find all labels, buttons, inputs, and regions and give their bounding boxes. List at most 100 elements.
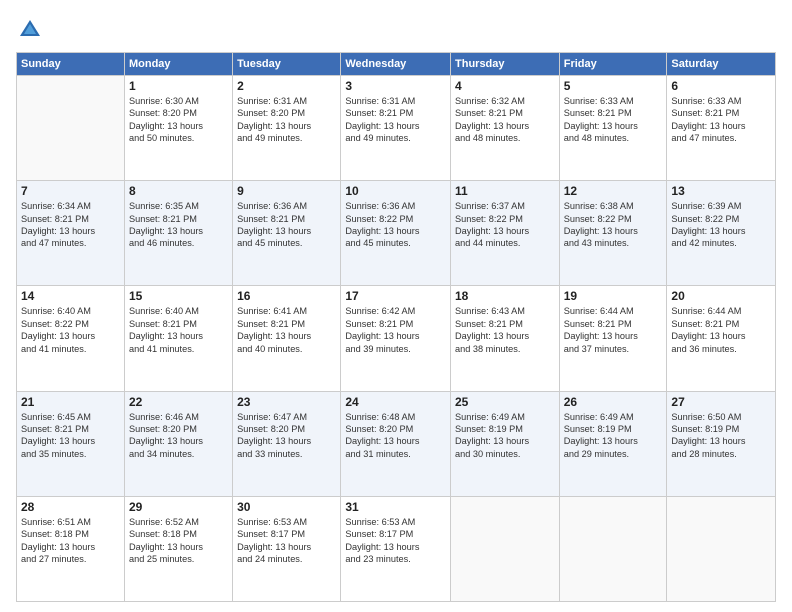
calendar-cell [559,496,667,601]
calendar-cell: 20 Sunrise: 6:44 AM Sunset: 8:21 PM Dayli… [667,286,776,391]
day-number: 28 [21,500,120,514]
day-number: 9 [237,184,336,198]
day-number: 1 [129,79,228,93]
calendar-cell: 23 Sunrise: 6:47 AM Sunset: 8:20 PM Dayli… [233,391,341,496]
day-number: 13 [671,184,771,198]
logo-icon [16,16,44,44]
day-info: Sunrise: 6:36 AM Sunset: 8:22 PM Dayligh… [345,200,446,250]
day-number: 4 [455,79,555,93]
day-info: Sunrise: 6:38 AM Sunset: 8:22 PM Dayligh… [564,200,663,250]
day-number: 12 [564,184,663,198]
day-number: 21 [21,395,120,409]
day-info: Sunrise: 6:45 AM Sunset: 8:21 PM Dayligh… [21,411,120,461]
day-number: 10 [345,184,446,198]
day-info: Sunrise: 6:51 AM Sunset: 8:18 PM Dayligh… [21,516,120,566]
calendar-cell: 18 Sunrise: 6:43 AM Sunset: 8:21 PM Dayli… [451,286,560,391]
calendar-week-row: 7Sunrise: 6:34 AM Sunset: 8:21 PM Daylig… [17,181,776,286]
header [16,16,776,44]
calendar-cell: 16 Sunrise: 6:41 AM Sunset: 8:21 PM Dayli… [233,286,341,391]
calendar-week-row: 1 Sunrise: 6:30 AM Sunset: 8:20 PM Daylig… [17,76,776,181]
weekday-header-thursday: Thursday [451,53,560,76]
weekday-header-friday: Friday [559,53,667,76]
calendar-cell [17,76,125,181]
day-info: Sunrise: 6:53 AM Sunset: 8:17 PM Dayligh… [237,516,336,566]
calendar-cell: 21 Sunrise: 6:45 AM Sunset: 8:21 PM Dayli… [17,391,125,496]
day-info: Sunrise: 6:31 AM Sunset: 8:21 PM Dayligh… [345,95,446,145]
calendar-cell: 2 Sunrise: 6:31 AM Sunset: 8:20 PM Daylig… [233,76,341,181]
day-number: 18 [455,289,555,303]
weekday-header-wednesday: Wednesday [341,53,451,76]
weekday-header-row: SundayMondayTuesdayWednesdayThursdayFrid… [17,53,776,76]
weekday-header-monday: Monday [124,53,232,76]
day-info: Sunrise: 6:40 AM Sunset: 8:21 PM Dayligh… [129,305,228,355]
calendar-cell: 8 Sunrise: 6:35 AM Sunset: 8:21 PM Daylig… [124,181,232,286]
calendar-week-row: 14Sunrise: 6:40 AM Sunset: 8:22 PM Dayli… [17,286,776,391]
day-number: 2 [237,79,336,93]
day-info: Sunrise: 6:30 AM Sunset: 8:20 PM Dayligh… [129,95,228,145]
weekday-header-saturday: Saturday [667,53,776,76]
calendar-cell: 25 Sunrise: 6:49 AM Sunset: 8:19 PM Dayli… [451,391,560,496]
calendar-cell: 19 Sunrise: 6:44 AM Sunset: 8:21 PM Dayli… [559,286,667,391]
day-number: 8 [129,184,228,198]
day-number: 19 [564,289,663,303]
day-info: Sunrise: 6:41 AM Sunset: 8:21 PM Dayligh… [237,305,336,355]
calendar-cell: 27 Sunrise: 6:50 AM Sunset: 8:19 PM Dayli… [667,391,776,496]
calendar-cell: 10 Sunrise: 6:36 AM Sunset: 8:22 PM Dayli… [341,181,451,286]
calendar-cell: 17 Sunrise: 6:42 AM Sunset: 8:21 PM Dayli… [341,286,451,391]
calendar-cell: 30 Sunrise: 6:53 AM Sunset: 8:17 PM Dayli… [233,496,341,601]
day-number: 23 [237,395,336,409]
day-number: 22 [129,395,228,409]
day-info: Sunrise: 6:44 AM Sunset: 8:21 PM Dayligh… [671,305,771,355]
calendar-cell: 15Sunrise: 6:40 AM Sunset: 8:21 PM Dayli… [124,286,232,391]
day-info: Sunrise: 6:34 AM Sunset: 8:21 PM Dayligh… [21,200,120,250]
day-number: 29 [129,500,228,514]
calendar-cell: 22 Sunrise: 6:46 AM Sunset: 8:20 PM Dayli… [124,391,232,496]
calendar-week-row: 21 Sunrise: 6:45 AM Sunset: 8:21 PM Dayli… [17,391,776,496]
day-number: 30 [237,500,336,514]
calendar-cell: 29 Sunrise: 6:52 AM Sunset: 8:18 PM Dayli… [124,496,232,601]
day-info: Sunrise: 6:49 AM Sunset: 8:19 PM Dayligh… [564,411,663,461]
day-number: 5 [564,79,663,93]
day-info: Sunrise: 6:53 AM Sunset: 8:17 PM Dayligh… [345,516,446,566]
weekday-header-tuesday: Tuesday [233,53,341,76]
day-number: 16 [237,289,336,303]
day-number: 17 [345,289,446,303]
day-number: 3 [345,79,446,93]
calendar-cell [451,496,560,601]
day-info: Sunrise: 6:33 AM Sunset: 8:21 PM Dayligh… [671,95,771,145]
day-number: 20 [671,289,771,303]
day-info: Sunrise: 6:48 AM Sunset: 8:20 PM Dayligh… [345,411,446,461]
calendar-cell: 24 Sunrise: 6:48 AM Sunset: 8:20 PM Dayli… [341,391,451,496]
day-info: Sunrise: 6:42 AM Sunset: 8:21 PM Dayligh… [345,305,446,355]
day-info: Sunrise: 6:44 AM Sunset: 8:21 PM Dayligh… [564,305,663,355]
day-info: Sunrise: 6:36 AM Sunset: 8:21 PM Dayligh… [237,200,336,250]
day-number: 6 [671,79,771,93]
calendar-cell: 3 Sunrise: 6:31 AM Sunset: 8:21 PM Daylig… [341,76,451,181]
logo [16,16,48,44]
day-info: Sunrise: 6:52 AM Sunset: 8:18 PM Dayligh… [129,516,228,566]
page: SundayMondayTuesdayWednesdayThursdayFrid… [0,0,792,612]
calendar-cell [667,496,776,601]
calendar-cell: 5 Sunrise: 6:33 AM Sunset: 8:21 PM Daylig… [559,76,667,181]
calendar-cell: 13Sunrise: 6:39 AM Sunset: 8:22 PM Dayli… [667,181,776,286]
day-number: 11 [455,184,555,198]
day-info: Sunrise: 6:31 AM Sunset: 8:20 PM Dayligh… [237,95,336,145]
calendar-cell: 9 Sunrise: 6:36 AM Sunset: 8:21 PM Daylig… [233,181,341,286]
calendar-cell: 1 Sunrise: 6:30 AM Sunset: 8:20 PM Daylig… [124,76,232,181]
calendar-cell: 26Sunrise: 6:49 AM Sunset: 8:19 PM Dayli… [559,391,667,496]
day-info: Sunrise: 6:49 AM Sunset: 8:19 PM Dayligh… [455,411,555,461]
calendar-cell: 11Sunrise: 6:37 AM Sunset: 8:22 PM Dayli… [451,181,560,286]
day-info: Sunrise: 6:47 AM Sunset: 8:20 PM Dayligh… [237,411,336,461]
day-info: Sunrise: 6:32 AM Sunset: 8:21 PM Dayligh… [455,95,555,145]
day-info: Sunrise: 6:50 AM Sunset: 8:19 PM Dayligh… [671,411,771,461]
day-number: 25 [455,395,555,409]
day-info: Sunrise: 6:46 AM Sunset: 8:20 PM Dayligh… [129,411,228,461]
day-number: 24 [345,395,446,409]
day-info: Sunrise: 6:35 AM Sunset: 8:21 PM Dayligh… [129,200,228,250]
day-info: Sunrise: 6:43 AM Sunset: 8:21 PM Dayligh… [455,305,555,355]
day-info: Sunrise: 6:33 AM Sunset: 8:21 PM Dayligh… [564,95,663,145]
day-info: Sunrise: 6:40 AM Sunset: 8:22 PM Dayligh… [21,305,120,355]
calendar-table: SundayMondayTuesdayWednesdayThursdayFrid… [16,52,776,602]
calendar-week-row: 28 Sunrise: 6:51 AM Sunset: 8:18 PM Dayli… [17,496,776,601]
day-number: 27 [671,395,771,409]
